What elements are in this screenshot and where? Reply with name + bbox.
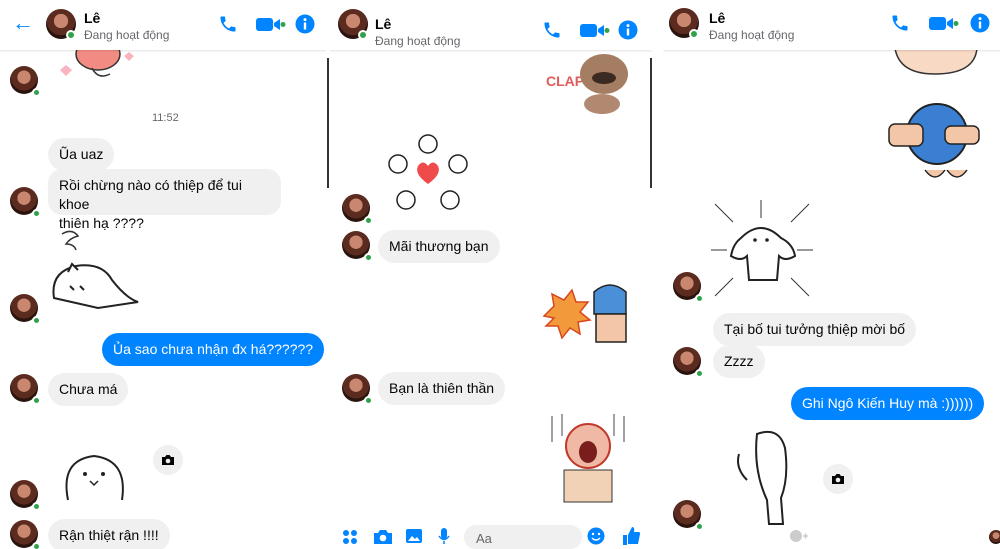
message-bubble[interactable]: Ủa sao chưa nhận đx há??????	[102, 333, 325, 366]
chat-header: ← Lê Đang hoạt động	[0, 0, 326, 50]
message-composer: Aa	[330, 523, 652, 549]
character-sticker	[894, 48, 978, 75]
avatar[interactable]	[342, 374, 373, 405]
message-line: Rồi chừng nào có thiệp để tui khoe	[59, 177, 242, 212]
message-bubble[interactable]: Ghi Ngô Kiến Huy mà :))))))	[791, 387, 985, 420]
contact-status: Đang hoạt động	[709, 28, 795, 42]
divider	[327, 58, 329, 188]
avatar[interactable]	[10, 187, 41, 218]
contact-name: Lê	[709, 10, 726, 26]
more-options-icon[interactable]	[342, 529, 358, 545]
chat-header: Lê Đang hoạt động	[330, 0, 652, 50]
dancing-sticker	[737, 430, 788, 525]
back-arrow-icon[interactable]: ←	[12, 12, 34, 34]
camera-icon[interactable]	[373, 529, 393, 545]
avatar[interactable]	[10, 520, 41, 549]
phone-icon[interactable]	[542, 20, 562, 40]
flexing-sticker	[711, 200, 813, 297]
avatar[interactable]	[10, 480, 41, 511]
contact-name: Lê	[84, 10, 101, 26]
screaming-sticker	[551, 414, 625, 503]
clap-sticker: CLAP	[546, 54, 628, 114]
message-bubble[interactable]: Rận thiệt rận !!!!	[48, 519, 170, 549]
phone-icon[interactable]	[890, 13, 910, 33]
avatar[interactable]	[10, 294, 41, 325]
camera-button[interactable]	[823, 464, 853, 494]
divider	[650, 58, 652, 188]
add-reaction-icon[interactable]	[789, 529, 809, 543]
blob-sticker	[65, 454, 124, 501]
info-icon[interactable]	[295, 14, 315, 34]
avatar[interactable]	[10, 66, 41, 97]
chat-header: Lê Đang hoạt động	[663, 0, 1000, 50]
camera-icon	[832, 474, 844, 484]
microphone-icon[interactable]	[438, 527, 450, 545]
message-bubble[interactable]: Tại bố tui tưởng thiệp mời bố	[713, 313, 917, 346]
seen-avatar	[989, 530, 1000, 544]
avatar[interactable]	[673, 272, 704, 303]
online-indicator	[689, 29, 699, 39]
message-bubble[interactable]: Mãi thương bạn	[378, 230, 500, 263]
info-icon[interactable]	[970, 13, 990, 33]
cat-sticker	[52, 230, 139, 310]
contact-name: Lê	[375, 16, 392, 32]
like-icon[interactable]	[622, 526, 640, 546]
avatar[interactable]	[342, 194, 373, 225]
camera-button[interactable]	[153, 445, 183, 475]
chat-panel-3: Lê Đang hoạt động Tại bố tui tưởng thiệp…	[663, 0, 1000, 549]
message-bubble[interactable]: Zzzz	[713, 345, 765, 378]
info-icon[interactable]	[618, 20, 638, 40]
video-camera-icon[interactable]	[580, 22, 610, 39]
chat-panel-1: ← Lê Đang hoạt động 11:52 Ũa uaz Rồi chừ…	[0, 0, 326, 549]
timestamp: 11:52	[152, 112, 179, 124]
message-input[interactable]: Aa	[464, 525, 582, 549]
avatar[interactable]	[673, 347, 704, 378]
punch-ball-sticker	[888, 103, 980, 178]
video-camera-icon[interactable]	[256, 16, 286, 33]
message-bubble[interactable]: Chưa má	[48, 373, 129, 406]
contact-status: Đang hoạt động	[84, 28, 170, 42]
gallery-icon[interactable]	[405, 528, 423, 544]
message-bubble[interactable]: Bạn là thiên thần	[378, 372, 506, 405]
avatar[interactable]	[673, 500, 704, 531]
punch-sticker	[542, 284, 627, 343]
message-bubble[interactable]: Rồi chừng nào có thiệp để tui khoe thiên…	[48, 169, 281, 231]
camera-icon	[162, 455, 174, 465]
phone-icon[interactable]	[218, 14, 238, 34]
online-indicator	[66, 30, 76, 40]
contact-status: Đang hoạt động	[375, 34, 461, 48]
chat-panel-2: Lê Đang hoạt động CLAP Mãi thương bạn Bạ…	[330, 0, 652, 549]
video-camera-icon[interactable]	[929, 15, 959, 32]
svg-text:CLAP: CLAP	[546, 73, 584, 89]
message-bubble[interactable]: Ũa uaz	[48, 138, 115, 171]
avatar[interactable]	[342, 231, 373, 262]
online-indicator	[358, 30, 368, 40]
avatar[interactable]	[10, 374, 41, 405]
heart-cats-sticker	[388, 134, 468, 210]
emoji-icon[interactable]	[587, 527, 605, 545]
